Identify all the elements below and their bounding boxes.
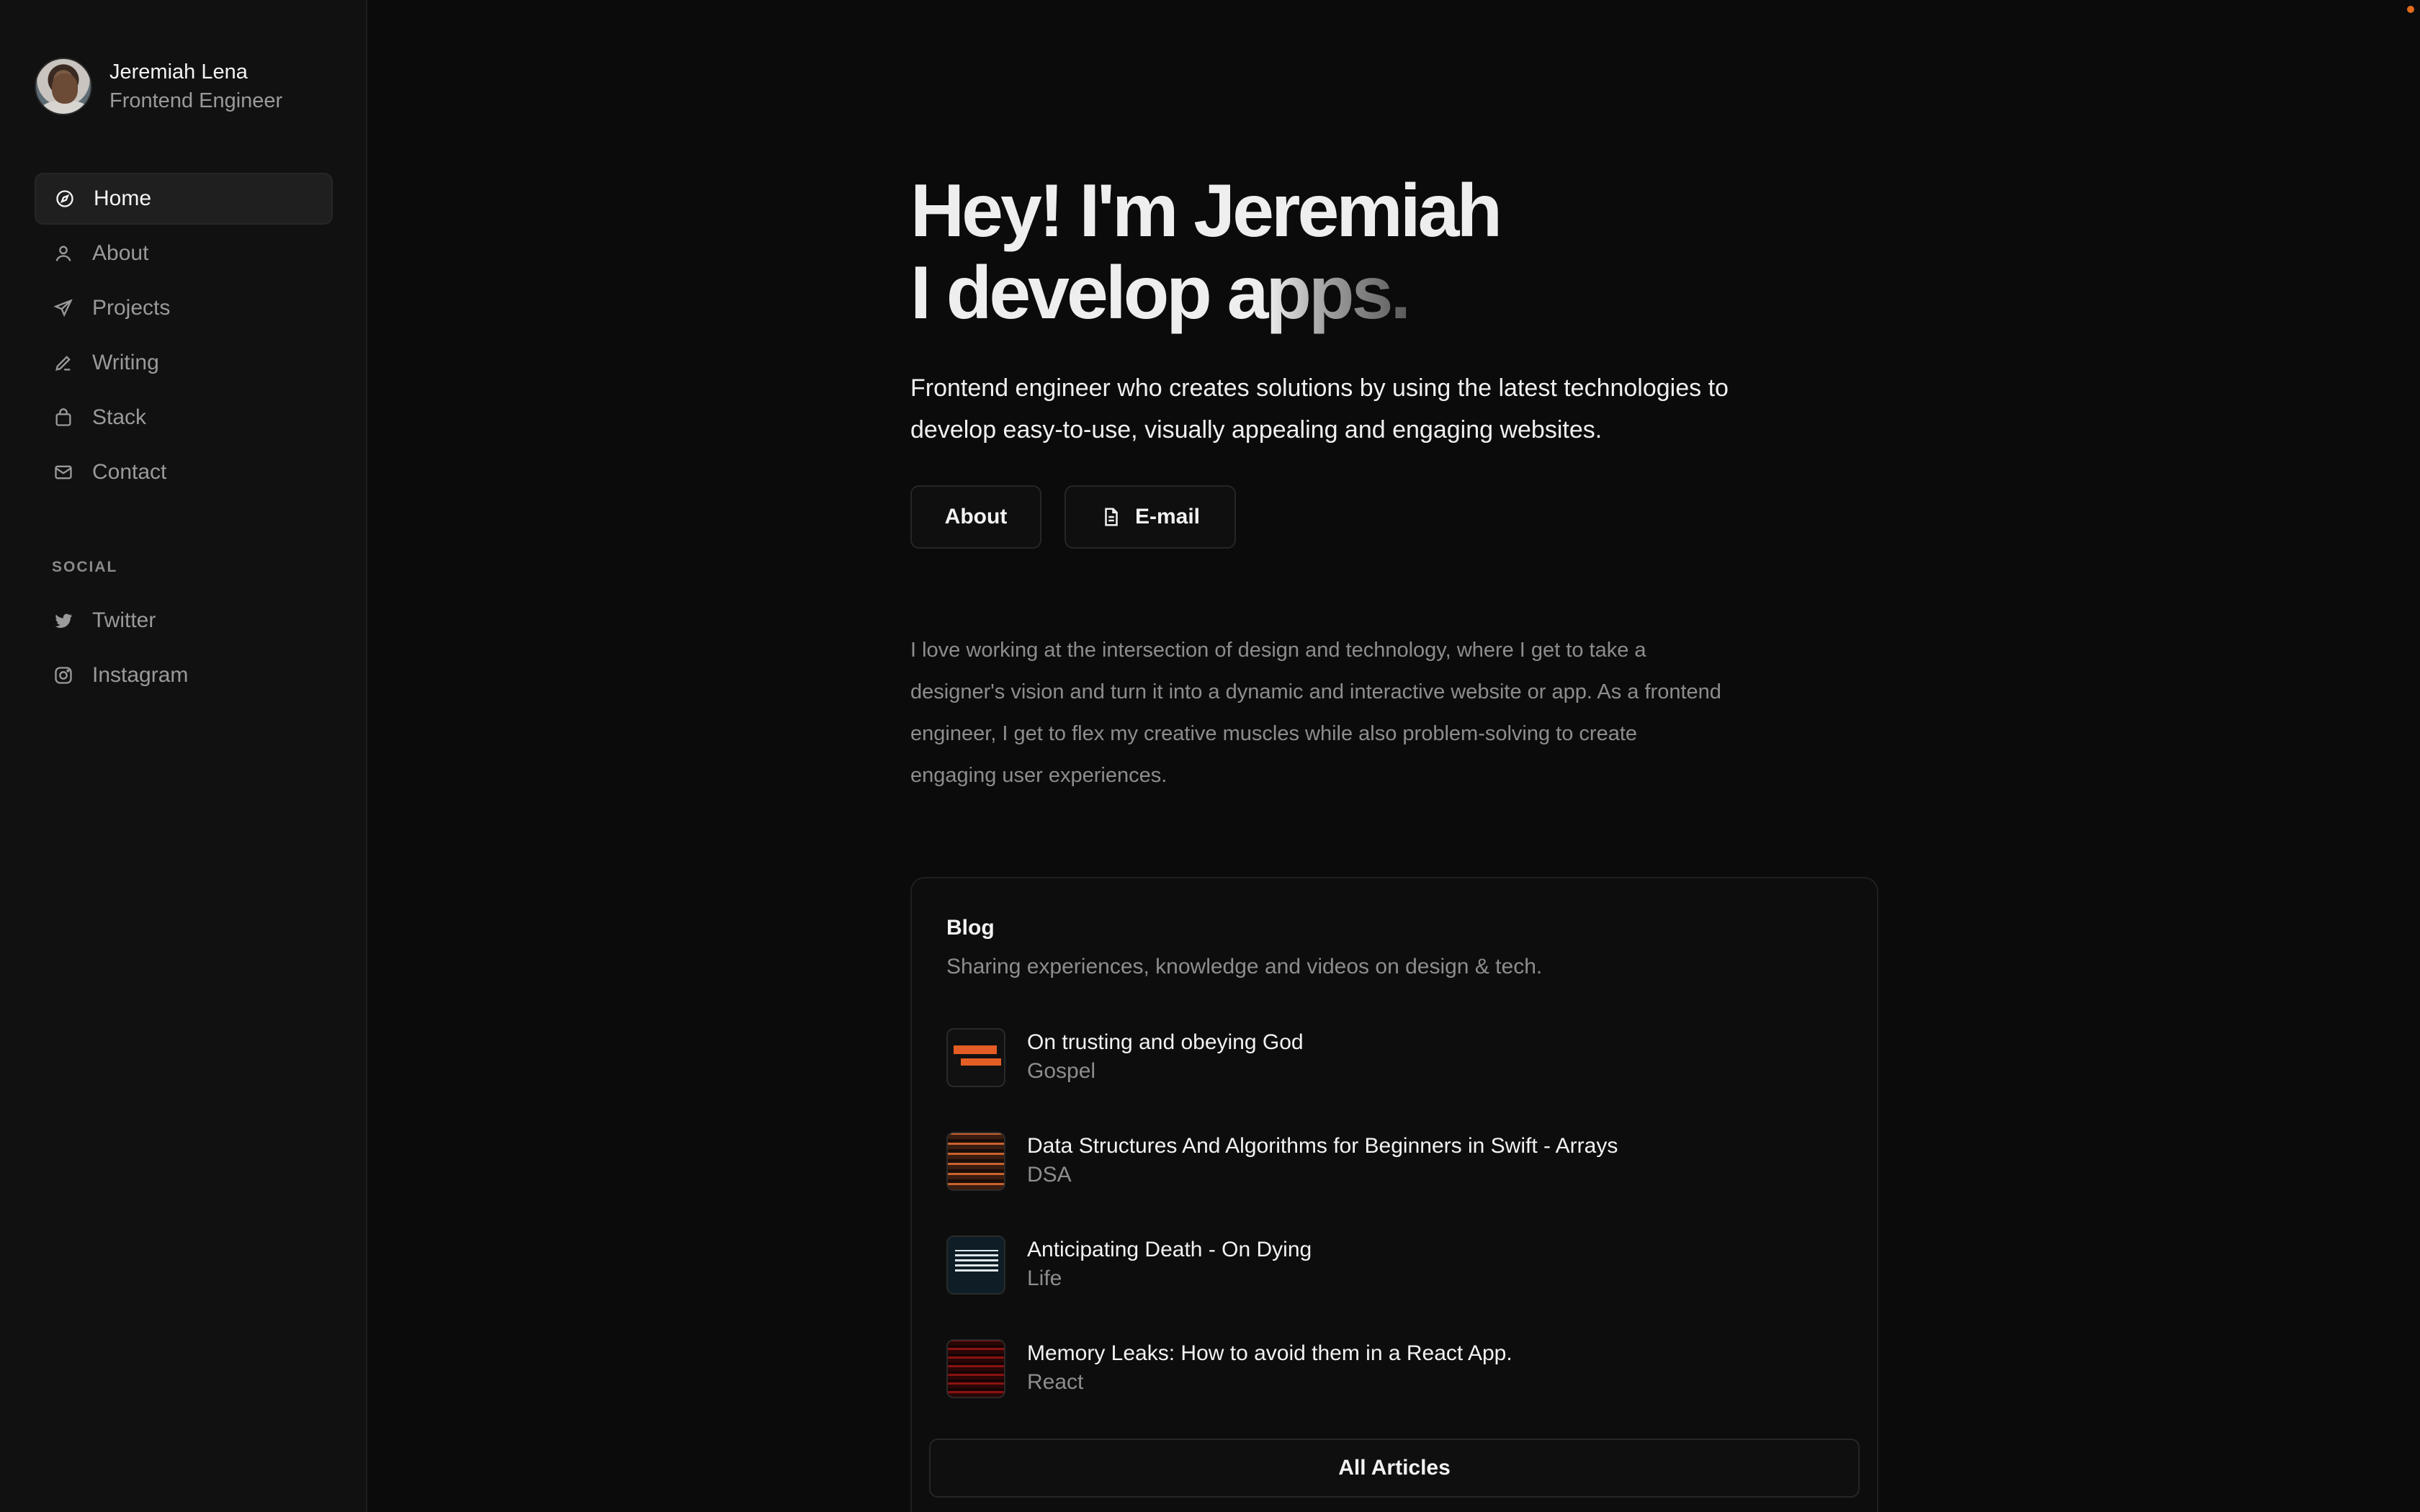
nav-label: Contact [92,460,167,484]
bag-icon [52,406,75,429]
nav-item-projects[interactable]: Projects [35,282,333,334]
social-label: Instagram [92,663,189,687]
post-category: Life [1027,1266,1062,1290]
nav-item-contact[interactable]: Contact [35,446,333,498]
pencil-icon [52,351,75,374]
hero-title: Hey! I'm Jeremiah I develop apps. [910,169,1502,335]
profile-name: Jeremiah Lena [109,60,248,84]
nav-item-writing[interactable]: Writing [35,337,333,389]
mail-icon [52,461,75,484]
social-item-instagram[interactable]: Instagram [35,649,333,701]
main-nav: Home About Projects Writing Stack Contac… [35,173,333,501]
blog-title: Blog [946,916,995,940]
about-button[interactable]: About [910,485,1041,549]
nav-label: Home [94,186,152,210]
nav-label: About [92,241,149,265]
social-label: Twitter [92,608,156,632]
send-icon [52,297,75,320]
nav-item-home[interactable]: Home [35,173,333,225]
post-title: Anticipating Death - On Dying [1027,1238,1312,1261]
post-thumbnail [946,1339,1005,1398]
nav-label: Writing [92,351,159,374]
post-item[interactable]: On trusting and obeying God Gospel [946,1028,1839,1132]
post-category: Gospel [1027,1059,1096,1083]
email-button-label: E-mail [1134,505,1201,528]
email-button[interactable]: E-mail [1065,485,1236,549]
post-thumbnail [946,1236,1005,1295]
intro-paragraph: I love working at the intersection of de… [910,639,1721,787]
nav-item-about[interactable]: About [35,228,333,279]
nav-label: Stack [92,405,147,429]
post-list: On trusting and obeying God Gospel Data … [946,1028,1839,1443]
twitter-icon [52,609,75,632]
profile-role: Frontend Engineer [109,89,283,112]
notification-dot [2407,6,2414,13]
profile[interactable]: Jeremiah Lena Frontend Engineer [35,58,282,115]
hero-actions: About E-mail [910,485,1236,549]
post-category: DSA [1027,1163,1072,1187]
compass-icon [53,187,76,210]
post-thumbnail [946,1028,1005,1087]
post-item[interactable]: Anticipating Death - On Dying Life [946,1236,1839,1339]
sidebar: Jeremiah Lena Frontend Engineer Home Abo… [0,0,367,1512]
social-heading: SOCIAL [52,559,118,575]
post-item[interactable]: Data Structures And Algorithms for Begin… [946,1132,1839,1236]
document-icon [1105,508,1118,526]
social-nav: Twitter Instagram [35,595,333,704]
nav-label: Projects [92,296,171,320]
avatar [35,58,92,115]
post-title: On trusting and obeying God [1027,1030,1304,1054]
hero-lead: Frontend engineer who creates solutions … [910,374,1729,444]
post-title: Memory Leaks: How to avoid them in a Rea… [1027,1341,1512,1365]
instagram-icon [52,664,75,687]
hero-line-2: I develop a [910,251,1269,335]
user-icon [52,242,75,265]
hero-line-2-fade: pps. [1265,251,1412,335]
blog-card: Blog Sharing experiences, knowledge and … [910,877,1878,1512]
hero-line-1: Hey! I'm Jeremiah [910,169,1502,253]
blog-subtitle: Sharing experiences, knowledge and video… [946,955,1543,978]
social-item-twitter[interactable]: Twitter [35,595,333,647]
post-category: React [1027,1370,1084,1394]
post-thumbnail [946,1132,1005,1191]
post-item[interactable]: Memory Leaks: How to avoid them in a Rea… [946,1339,1839,1443]
all-articles-button[interactable]: All Articles [929,1439,1860,1498]
post-title: Data Structures And Algorithms for Begin… [1027,1134,1618,1158]
nav-item-stack[interactable]: Stack [35,392,333,444]
